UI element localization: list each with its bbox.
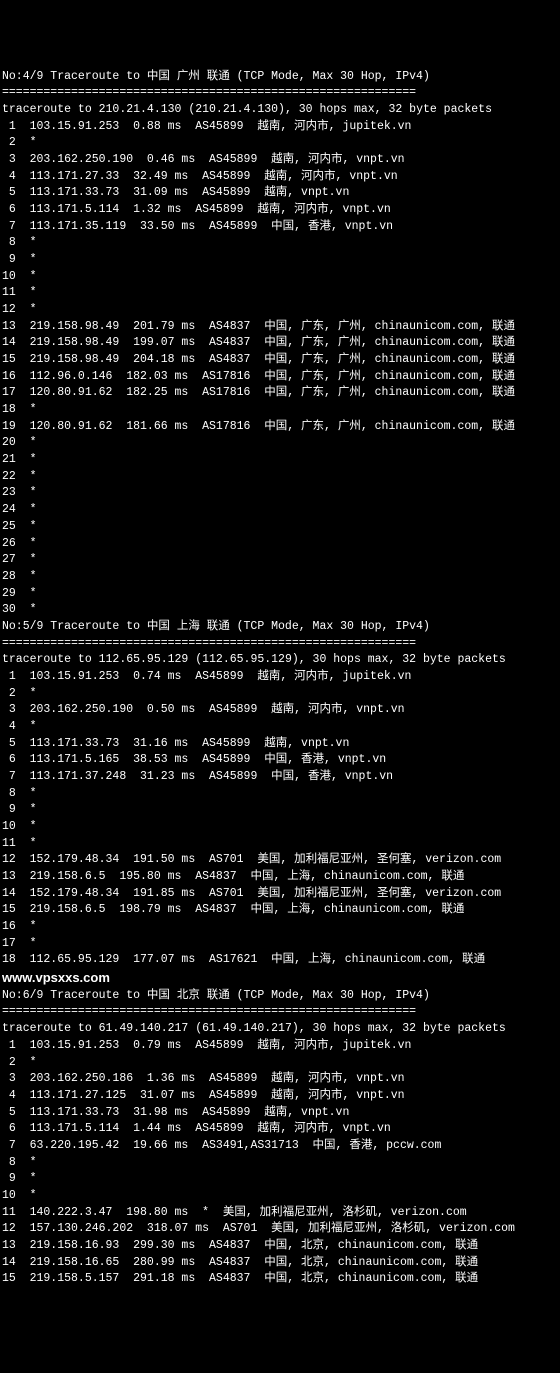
trace-hop: 14 152.179.48.34 191.85 ms AS701 美国, 加利福… bbox=[2, 886, 560, 903]
trace-header: No:6/9 Traceroute to 中国 北京 联通 (TCP Mode,… bbox=[2, 988, 560, 1005]
trace-hop: 7 113.171.37.248 31.23 ms AS45899 中国, 香港… bbox=[2, 769, 560, 786]
trace-hop: 3 203.162.250.190 0.50 ms AS45899 越南, 河内… bbox=[2, 702, 560, 719]
trace-hop: 23 * bbox=[2, 485, 560, 502]
trace-header: No:4/9 Traceroute to 中国 广州 联通 (TCP Mode,… bbox=[2, 69, 560, 86]
trace-hop: 4 * bbox=[2, 719, 560, 736]
trace-hop: 29 * bbox=[2, 586, 560, 603]
terminal-output: No:4/9 Traceroute to 中国 广州 联通 (TCP Mode,… bbox=[2, 69, 560, 1288]
trace-hop: 9 * bbox=[2, 802, 560, 819]
trace-hop: 1 103.15.91.253 0.88 ms AS45899 越南, 河内市,… bbox=[2, 119, 560, 136]
trace-hop: 24 * bbox=[2, 502, 560, 519]
trace-hop: 13 219.158.16.93 299.30 ms AS4837 中国, 北京… bbox=[2, 1238, 560, 1255]
trace-hop: 15 219.158.98.49 204.18 ms AS4837 中国, 广东… bbox=[2, 352, 560, 369]
trace-hop: 1 103.15.91.253 0.79 ms AS45899 越南, 河内市,… bbox=[2, 1038, 560, 1055]
trace-hop: 9 * bbox=[2, 1171, 560, 1188]
trace-hop: 4 113.171.27.33 32.49 ms AS45899 越南, 河内市… bbox=[2, 169, 560, 186]
trace-hop: 11 140.222.3.47 198.80 ms * 美国, 加利福尼亚州, … bbox=[2, 1205, 560, 1222]
trace-hop: 2 * bbox=[2, 135, 560, 152]
trace-divider: ========================================… bbox=[2, 85, 560, 102]
trace-summary: traceroute to 210.21.4.130 (210.21.4.130… bbox=[2, 102, 560, 119]
trace-hop: 13 219.158.98.49 201.79 ms AS4837 中国, 广东… bbox=[2, 319, 560, 336]
trace-hop: 5 113.171.33.73 31.98 ms AS45899 越南, vnp… bbox=[2, 1105, 560, 1122]
trace-hop: 9 * bbox=[2, 252, 560, 269]
watermark: www.vpsxxs.com bbox=[2, 969, 560, 988]
trace-divider: ========================================… bbox=[2, 1004, 560, 1021]
trace-hop: 19 120.80.91.62 181.66 ms AS17816 中国, 广东… bbox=[2, 419, 560, 436]
trace-hop: 17 120.80.91.62 182.25 ms AS17816 中国, 广东… bbox=[2, 385, 560, 402]
trace-hop: 8 * bbox=[2, 235, 560, 252]
trace-hop: 18 * bbox=[2, 402, 560, 419]
trace-hop: 2 * bbox=[2, 1055, 560, 1072]
trace-hop: 16 112.96.0.146 182.03 ms AS17816 中国, 广东… bbox=[2, 369, 560, 386]
trace-hop: 5 113.171.33.73 31.16 ms AS45899 越南, vnp… bbox=[2, 736, 560, 753]
trace-hop: 22 * bbox=[2, 469, 560, 486]
trace-hop: 30 * bbox=[2, 602, 560, 619]
trace-hop: 7 63.220.195.42 19.66 ms AS3491,AS31713 … bbox=[2, 1138, 560, 1155]
trace-hop: 6 113.171.5.114 1.44 ms AS45899 越南, 河内市,… bbox=[2, 1121, 560, 1138]
trace-hop: 13 219.158.6.5 195.80 ms AS4837 中国, 上海, … bbox=[2, 869, 560, 886]
trace-summary: traceroute to 61.49.140.217 (61.49.140.2… bbox=[2, 1021, 560, 1038]
trace-hop: 12 157.130.246.202 318.07 ms AS701 美国, 加… bbox=[2, 1221, 560, 1238]
trace-header: No:5/9 Traceroute to 中国 上海 联通 (TCP Mode,… bbox=[2, 619, 560, 636]
trace-hop: 3 203.162.250.190 0.46 ms AS45899 越南, 河内… bbox=[2, 152, 560, 169]
trace-hop: 7 113.171.35.119 33.50 ms AS45899 中国, 香港… bbox=[2, 219, 560, 236]
trace-hop: 6 113.171.5.165 38.53 ms AS45899 中国, 香港,… bbox=[2, 752, 560, 769]
trace-hop: 5 113.171.33.73 31.09 ms AS45899 越南, vnp… bbox=[2, 185, 560, 202]
trace-hop: 15 219.158.6.5 198.79 ms AS4837 中国, 上海, … bbox=[2, 902, 560, 919]
trace-hop: 12 152.179.48.34 191.50 ms AS701 美国, 加利福… bbox=[2, 852, 560, 869]
trace-hop: 18 112.65.95.129 177.07 ms AS17621 中国, 上… bbox=[2, 952, 560, 969]
trace-hop: 11 * bbox=[2, 836, 560, 853]
trace-hop: 17 * bbox=[2, 936, 560, 953]
trace-hop: 3 203.162.250.186 1.36 ms AS45899 越南, 河内… bbox=[2, 1071, 560, 1088]
trace-hop: 16 * bbox=[2, 919, 560, 936]
trace-hop: 27 * bbox=[2, 552, 560, 569]
trace-hop: 10 * bbox=[2, 819, 560, 836]
trace-hop: 12 * bbox=[2, 302, 560, 319]
trace-hop: 8 * bbox=[2, 786, 560, 803]
trace-hop: 20 * bbox=[2, 435, 560, 452]
trace-hop: 21 * bbox=[2, 452, 560, 469]
trace-hop: 1 103.15.91.253 0.74 ms AS45899 越南, 河内市,… bbox=[2, 669, 560, 686]
trace-hop: 26 * bbox=[2, 536, 560, 553]
trace-divider: ========================================… bbox=[2, 636, 560, 653]
trace-hop: 10 * bbox=[2, 269, 560, 286]
trace-hop: 14 219.158.98.49 199.07 ms AS4837 中国, 广东… bbox=[2, 335, 560, 352]
trace-hop: 6 113.171.5.114 1.32 ms AS45899 越南, 河内市,… bbox=[2, 202, 560, 219]
trace-hop: 4 113.171.27.125 31.07 ms AS45899 越南, 河内… bbox=[2, 1088, 560, 1105]
trace-hop: 15 219.158.5.157 291.18 ms AS4837 中国, 北京… bbox=[2, 1271, 560, 1288]
trace-hop: 25 * bbox=[2, 519, 560, 536]
trace-hop: 11 * bbox=[2, 285, 560, 302]
trace-hop: 2 * bbox=[2, 686, 560, 703]
trace-hop: 28 * bbox=[2, 569, 560, 586]
trace-hop: 10 * bbox=[2, 1188, 560, 1205]
trace-hop: 14 219.158.16.65 280.99 ms AS4837 中国, 北京… bbox=[2, 1255, 560, 1272]
trace-summary: traceroute to 112.65.95.129 (112.65.95.1… bbox=[2, 652, 560, 669]
trace-hop: 8 * bbox=[2, 1155, 560, 1172]
